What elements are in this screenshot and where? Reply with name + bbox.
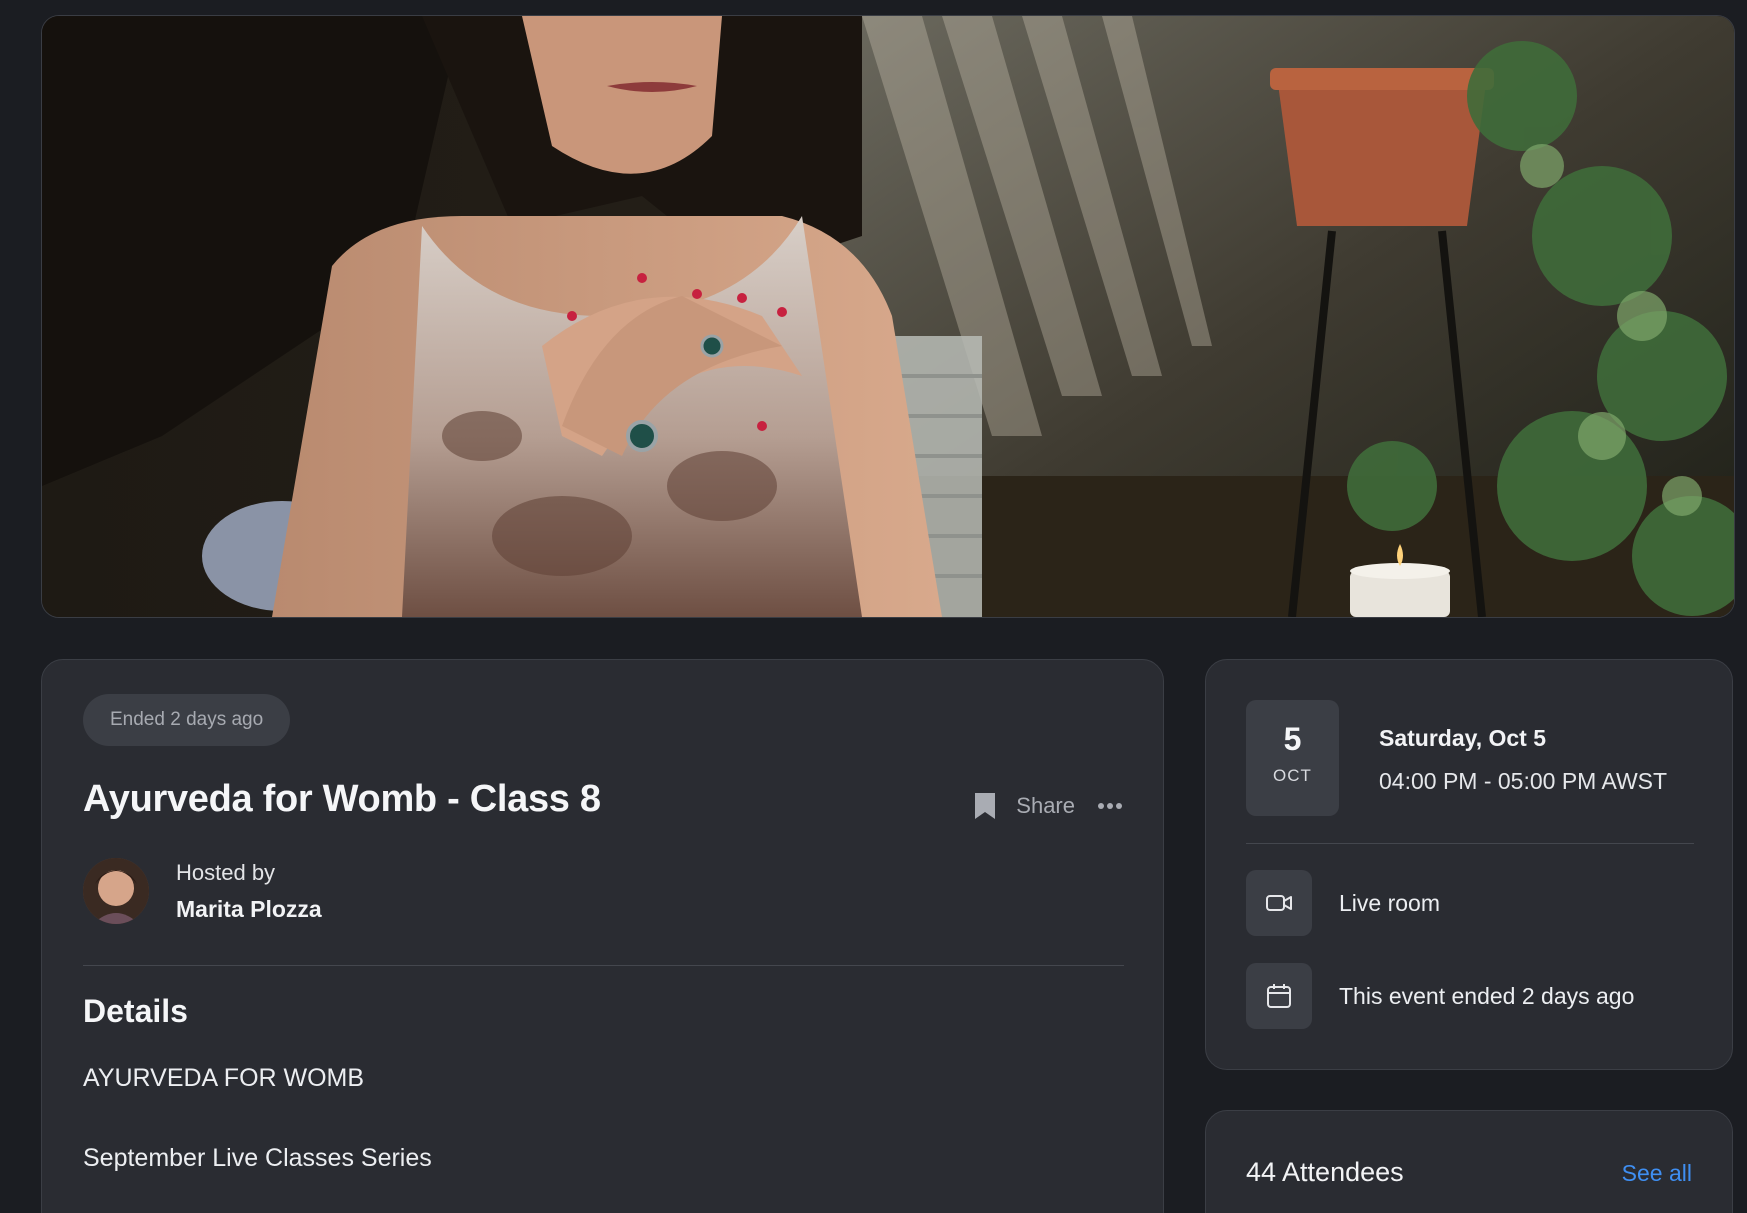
details-line: September Live Classes Series (83, 1144, 432, 1172)
details-heading: Details (83, 993, 188, 1029)
attendees-count: 44 Attendees (1246, 1157, 1404, 1187)
date-month: OCT (1273, 766, 1312, 785)
details-line: AYURVEDA FOR WOMB (83, 1064, 365, 1092)
event-ended-row: This event ended 2 days ago (1246, 963, 1634, 1029)
video-camera-icon (1266, 895, 1292, 911)
event-details-card: Ended 2 days ago Ayurveda for Womb - Cla… (41, 659, 1164, 1213)
date-long: Saturday, Oct 5 (1379, 725, 1547, 751)
date-badge: 5 OCT (1246, 700, 1339, 816)
avatar[interactable] (83, 858, 149, 924)
date-text: Saturday, Oct 5 04:00 PM - 05:00 PM AWST (1379, 725, 1667, 795)
more-horizontal-icon[interactable] (1097, 802, 1123, 810)
attendees-card: 44 Attendees See all (1205, 1110, 1733, 1213)
calendar-icon (1267, 984, 1291, 1008)
date-info-card: 5 OCT Saturday, Oct 5 04:00 PM - 05:00 P… (1205, 659, 1733, 1070)
divider (83, 965, 1124, 966)
share-button[interactable]: Share (1016, 793, 1075, 819)
hero-illustration (42, 16, 1734, 617)
icon-box (1246, 963, 1312, 1029)
event-title: Ayurveda for Womb - Class 8 (83, 778, 601, 820)
icon-box (1246, 870, 1312, 936)
date-day: 5 (1283, 721, 1302, 757)
host-name[interactable]: Marita Plozza (176, 896, 322, 923)
live-room-row[interactable]: Live room (1246, 870, 1440, 936)
hero-image (41, 15, 1735, 618)
host-info: Hosted by Marita Plozza (83, 858, 322, 924)
bookmark-icon[interactable] (972, 791, 998, 821)
divider (1246, 843, 1694, 844)
time-range: 04:00 PM - 05:00 PM AWST (1379, 768, 1668, 794)
status-badge: Ended 2 days ago (83, 694, 291, 746)
event-ended-label: This event ended 2 days ago (1339, 982, 1635, 1009)
host-text: Hosted by Marita Plozza (176, 860, 322, 923)
location-label: Live room (1339, 889, 1440, 916)
hosted-by-label: Hosted by (176, 859, 276, 885)
event-actions: Share (972, 786, 1123, 826)
event-page: Ended 2 days ago Ayurveda for Womb - Cla… (0, 0, 1747, 1213)
see-all-link[interactable]: See all (1622, 1160, 1692, 1187)
